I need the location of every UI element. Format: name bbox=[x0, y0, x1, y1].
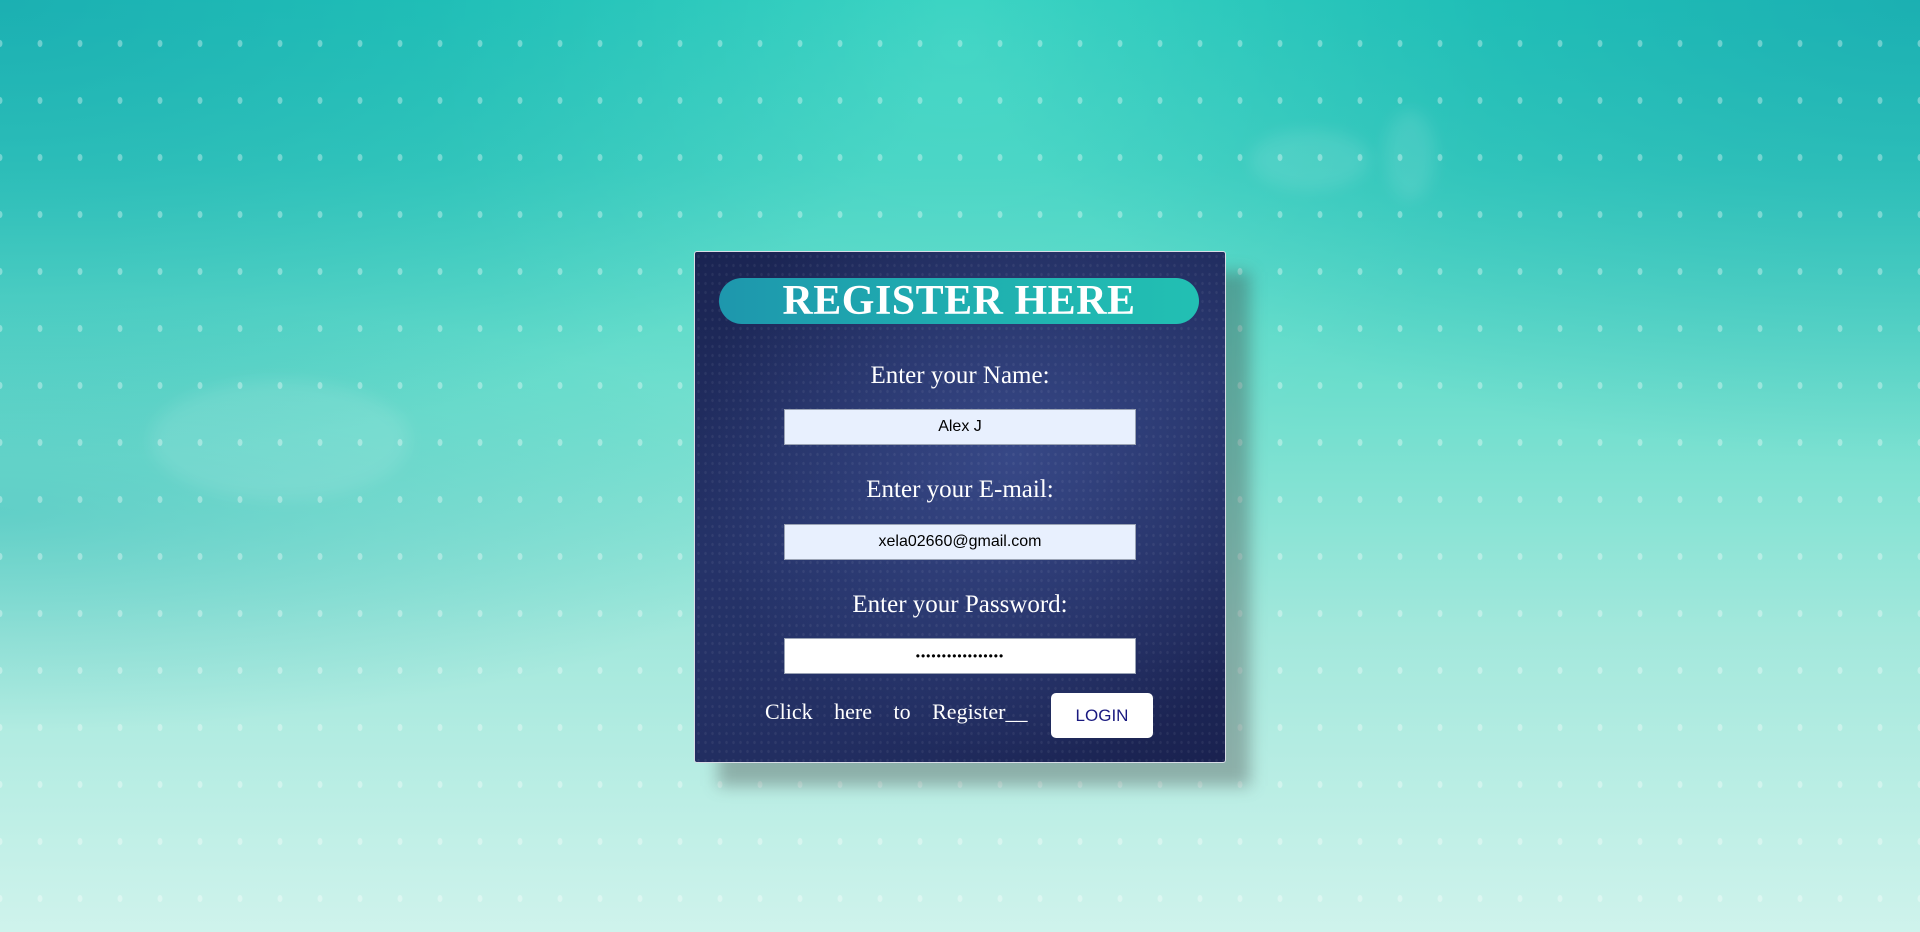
password-input[interactable] bbox=[784, 638, 1136, 674]
name-input[interactable] bbox=[784, 409, 1136, 445]
card-texture bbox=[695, 252, 1225, 762]
register-card: REGISTER HERE Enter your Name: Enter you… bbox=[694, 251, 1226, 763]
login-button[interactable]: LOGIN bbox=[1051, 693, 1153, 738]
register-link[interactable]: Click here to Register__ bbox=[765, 699, 1027, 725]
email-input[interactable] bbox=[784, 524, 1136, 560]
page-title: REGISTER HERE bbox=[782, 278, 1136, 324]
password-label: Enter your Password: bbox=[852, 591, 1068, 618]
background-blot bbox=[150, 380, 410, 500]
background-blot bbox=[1250, 130, 1370, 190]
email-label: Enter your E-mail: bbox=[866, 476, 1054, 503]
title-banner: REGISTER HERE bbox=[719, 278, 1199, 324]
name-label: Enter your Name: bbox=[870, 362, 1050, 389]
background-blot bbox=[1385, 110, 1435, 200]
